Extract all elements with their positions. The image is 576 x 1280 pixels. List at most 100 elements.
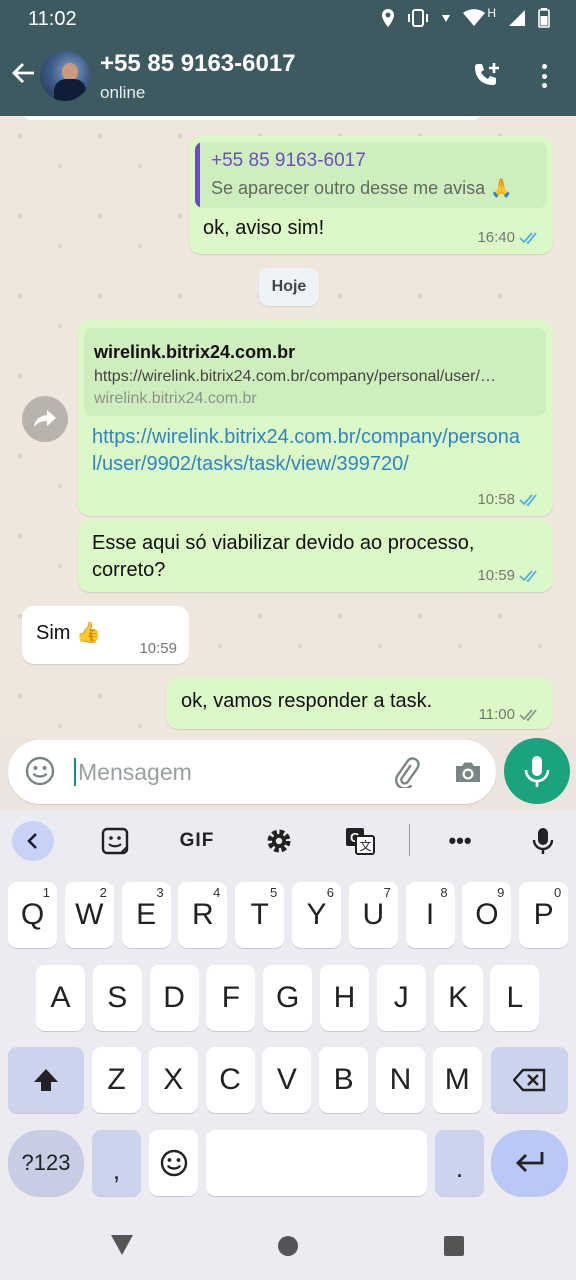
mic-icon (524, 756, 550, 787)
key-i[interactable]: I8 (405, 882, 455, 948)
key-label: T (250, 898, 269, 931)
emoji-key-icon (160, 1149, 187, 1177)
message-input[interactable] (78, 754, 378, 790)
key-label: L (506, 981, 524, 1014)
sticker-icon[interactable] (100, 824, 130, 858)
key-m[interactable]: M (432, 1047, 482, 1113)
chevron-left-icon (27, 833, 37, 849)
text-caret (74, 758, 76, 786)
message-text: ok, aviso sim! (203, 217, 325, 239)
key-g[interactable]: G (263, 965, 313, 1031)
message-bubble-link[interactable]: wirelink.bitrix24.com.br https://wirelin… (78, 320, 553, 516)
key-w[interactable]: W2 (64, 882, 114, 948)
camera-icon[interactable] (452, 756, 484, 788)
key-label: C (219, 1063, 241, 1096)
key-n[interactable]: N (376, 1047, 425, 1113)
settings-icon[interactable] (264, 824, 294, 858)
vibrate-icon (408, 9, 429, 27)
quoted-message[interactable]: +55 85 9163-6017 Se aparecer outro desse… (195, 142, 547, 208)
link-preview-domain: wirelink.bitrix24.com.br (94, 390, 257, 407)
message-bubble-quoted-reply[interactable]: +55 85 9163-6017 Se aparecer outro desse… (189, 136, 553, 254)
message-link[interactable]: https://wirelink.bitrix24.com.br/company… (92, 424, 522, 478)
key-y[interactable]: Y6 (292, 882, 341, 948)
read-ticks-icon (519, 231, 537, 244)
key-label: D (163, 981, 185, 1014)
forward-button[interactable] (22, 396, 68, 442)
chat-area[interactable]: +55 85 9163-6017 Se aparecer outro desse… (0, 116, 576, 738)
delivered-ticks-icon (519, 708, 537, 721)
key-t[interactable]: T5 (235, 882, 285, 948)
message-bubble-last[interactable]: ok, vamos responder a task. 11:00 (166, 677, 553, 729)
key-u[interactable]: U7 (348, 882, 398, 948)
symbols-key[interactable]: ?123 (8, 1130, 84, 1196)
comma-key[interactable]: , (92, 1130, 141, 1196)
key-e[interactable]: E3 (121, 882, 171, 948)
key-l[interactable]: L (490, 965, 540, 1031)
svg-text:文: 文 (360, 838, 372, 853)
space-key[interactable] (206, 1130, 427, 1196)
key-b[interactable]: B (319, 1047, 369, 1113)
nav-back-icon[interactable] (110, 1234, 134, 1256)
key-v[interactable]: V (262, 1047, 312, 1113)
key-a[interactable]: A (36, 965, 85, 1031)
key-label: N (389, 1063, 412, 1096)
message-bubble-question[interactable]: Esse aqui só viabilizar devido ao proces… (78, 520, 553, 592)
message-text: ok, vamos responder a task. (181, 690, 433, 712)
period-key[interactable]: . (435, 1130, 484, 1196)
key-k[interactable]: K (433, 965, 483, 1031)
keyboard-collapse-button[interactable] (12, 821, 54, 861)
comma-key-label: , (112, 1154, 121, 1185)
key-hint: 3 (156, 885, 164, 900)
backspace-icon (512, 1068, 545, 1092)
key-o[interactable]: O9 (462, 882, 512, 948)
mic-button[interactable] (504, 738, 570, 804)
key-c[interactable]: C (205, 1047, 255, 1113)
key-z[interactable]: Z (92, 1047, 141, 1113)
enter-key[interactable] (491, 1130, 568, 1196)
message-meta: 10:59 (477, 567, 541, 584)
message-text: Sim 👍 (36, 622, 101, 644)
back-arrow-icon[interactable] (10, 60, 36, 86)
message-time: 10:59 (477, 567, 515, 584)
chat-header: +55 85 9163-6017 online (0, 38, 576, 116)
message-time: 10:58 (477, 491, 515, 508)
emoji-icon[interactable] (24, 755, 56, 787)
key-hint: 1 (42, 885, 50, 900)
link-preview[interactable]: wirelink.bitrix24.com.br https://wirelin… (84, 328, 546, 416)
avatar[interactable] (40, 51, 90, 101)
key-hint: 7 (383, 885, 391, 900)
key-f[interactable]: F (206, 965, 256, 1031)
composer-box (8, 740, 496, 804)
key-h[interactable]: H (320, 965, 369, 1031)
translate-icon[interactable]: G文 (344, 824, 376, 858)
key-label: V (276, 1063, 297, 1096)
key-d[interactable]: D (149, 965, 199, 1031)
more-options-button[interactable]: ••• (440, 824, 480, 858)
key-s[interactable]: S (92, 965, 142, 1031)
link-preview-description: https://wirelink.bitrix24.com.br/company… (94, 368, 496, 385)
more-vert-icon[interactable] (530, 62, 558, 90)
attach-icon[interactable] (390, 756, 422, 788)
emoji-key[interactable] (149, 1130, 198, 1196)
gif-button[interactable]: GIF (176, 824, 218, 858)
link-preview-title: wirelink.bitrix24.com.br (94, 342, 296, 362)
key-x[interactable]: X (148, 1047, 198, 1113)
previous-message-edge (22, 116, 482, 120)
key-q[interactable]: Q1 (8, 882, 57, 948)
key-hint: 5 (269, 885, 278, 900)
status-time: 11:02 (28, 8, 77, 30)
enter-icon (515, 1152, 543, 1172)
data-arrow-icon (442, 15, 451, 22)
nav-recents-icon[interactable] (443, 1235, 465, 1257)
nav-home-icon[interactable] (277, 1235, 299, 1257)
key-p[interactable]: P0 (519, 882, 569, 948)
shift-key[interactable] (8, 1047, 84, 1113)
key-j[interactable]: J (376, 965, 426, 1031)
backspace-key[interactable] (491, 1047, 568, 1113)
contact-name[interactable]: +55 85 9163-6017 (100, 50, 296, 78)
key-r[interactable]: R4 (178, 882, 228, 948)
add-call-icon[interactable] (470, 60, 502, 92)
key-label: H (333, 981, 356, 1014)
message-bubble-incoming[interactable]: Sim 👍 10:59 (22, 606, 189, 664)
voice-input-icon[interactable] (528, 824, 558, 858)
